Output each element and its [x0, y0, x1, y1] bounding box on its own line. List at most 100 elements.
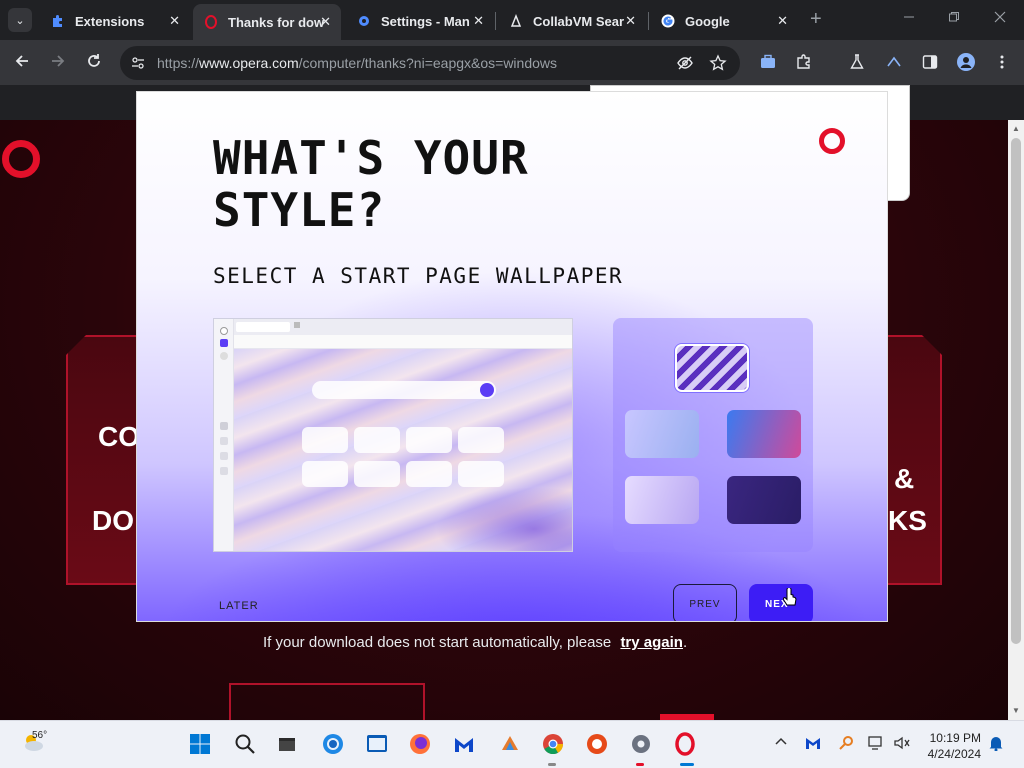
tab-label: Extensions — [75, 13, 145, 29]
download-note-text: If your download does not start automati… — [263, 634, 612, 651]
minimize-icon[interactable] — [903, 10, 915, 26]
preview-dot — [220, 352, 228, 360]
reload-icon[interactable] — [85, 52, 103, 74]
later-button[interactable]: LATER — [219, 600, 259, 612]
site-info-icon[interactable] — [130, 55, 146, 71]
preview-wallpaper — [234, 349, 572, 551]
wallpaper-option-marble[interactable] — [675, 344, 749, 392]
firefox-icon[interactable] — [407, 731, 433, 757]
restore-icon[interactable] — [948, 10, 960, 26]
preview-speed-dial — [406, 461, 452, 487]
tab-google[interactable]: Google ✕ — [650, 6, 798, 36]
tab-extensions[interactable]: Extensions ✕ — [40, 6, 190, 36]
google-icon — [660, 13, 676, 29]
tab-settings[interactable]: Settings - Man ✕ — [346, 6, 494, 36]
tab-separator — [648, 12, 649, 30]
extensions-icon[interactable] — [794, 52, 814, 72]
collab-icon[interactable] — [497, 731, 523, 757]
system-clock[interactable]: 10:19 PM 4/24/2024 — [925, 730, 981, 762]
active-indicator — [680, 763, 694, 766]
address-bar[interactable]: https://www.opera.com/computer/thanks?ni… — [120, 46, 740, 80]
tab-collabvm[interactable]: CollabVM Sear ✕ — [498, 6, 646, 36]
decorative-frame — [229, 683, 425, 720]
network-icon[interactable] — [868, 735, 886, 754]
running-indicator — [636, 763, 644, 766]
side-panel-icon[interactable] — [920, 52, 940, 72]
preview-search-button — [480, 383, 494, 397]
briefcase-icon[interactable] — [758, 52, 778, 72]
profile-icon[interactable] — [956, 52, 976, 72]
promo-text: DO — [92, 505, 134, 536]
close-icon[interactable]: ✕ — [777, 13, 788, 29]
close-icon[interactable]: ✕ — [625, 13, 636, 29]
window-close-icon[interactable] — [994, 10, 1006, 26]
tab-strip: ⌄ Extensions ✕ Thanks for dow ✕ Settings… — [0, 0, 1024, 40]
close-icon[interactable]: ✕ — [169, 13, 180, 29]
tab-opera-thanks[interactable]: Thanks for dow ✕ — [193, 4, 341, 40]
edge-icon[interactable] — [320, 731, 346, 757]
preview-speed-dial — [406, 427, 452, 453]
modal-subtitle: SELECT A START PAGE WALLPAPER — [213, 264, 624, 288]
preview-new-tab — [294, 322, 300, 328]
preview-tab-bar — [234, 319, 572, 335]
page-scrollbar[interactable]: ▲ ▼ — [1008, 120, 1024, 720]
file-explorer-icon[interactable] — [274, 731, 300, 757]
preview-dot — [220, 437, 228, 445]
browser-red-icon[interactable] — [584, 731, 610, 757]
more-menu-icon[interactable] — [992, 52, 1012, 72]
download-note-suffix: . — [682, 634, 688, 651]
new-tab-button[interactable]: + — [810, 9, 822, 29]
hand-cursor-icon — [782, 587, 797, 608]
bookmark-star-icon[interactable] — [709, 54, 727, 77]
eye-off-icon[interactable] — [676, 54, 694, 77]
wallpaper-option-deep-indigo[interactable] — [727, 476, 801, 524]
wallpaper-option-soft-blue[interactable] — [625, 410, 699, 458]
preview-search-bar — [312, 381, 496, 399]
windows-taskbar: 56° 10:19 PM 4/24/2024 — [0, 720, 1024, 768]
settings-icon[interactable] — [628, 731, 654, 757]
search-icon[interactable] — [232, 731, 258, 757]
preview-tab — [236, 322, 290, 332]
start-page-preview — [213, 318, 573, 552]
labs-flask-icon[interactable] — [847, 52, 867, 72]
tab-search-button[interactable]: ⌄ — [8, 8, 32, 32]
chevron-up-icon[interactable] — [774, 735, 788, 752]
opera-icon[interactable] — [672, 731, 698, 757]
key-icon[interactable] — [838, 735, 854, 754]
scrollbar-thumb[interactable] — [1011, 138, 1021, 644]
translate-icon[interactable] — [884, 52, 904, 72]
notification-bell-icon[interactable] — [988, 735, 1004, 754]
windows-start-icon[interactable] — [187, 731, 213, 757]
malwarebytes-icon[interactable] — [451, 731, 477, 757]
wallpaper-onboarding-modal: WHAT'S YOUR STYLE? SELECT A START PAGE W… — [136, 91, 888, 622]
wallpaper-option-blue-pink[interactable] — [727, 410, 801, 458]
forward-icon[interactable] — [49, 52, 67, 74]
collabvm-icon — [508, 13, 524, 29]
volume-muted-icon[interactable] — [893, 735, 911, 754]
tab-label: Settings - Man — [381, 13, 470, 29]
chrome-icon[interactable] — [540, 731, 566, 757]
preview-address-bar — [234, 335, 572, 349]
weather-temperature: 56° — [32, 730, 48, 741]
close-icon[interactable]: ✕ — [320, 14, 331, 30]
url-text[interactable]: https://www.opera.com/computer/thanks?ni… — [157, 55, 557, 71]
malwarebytes-tray-icon[interactable] — [805, 735, 821, 754]
try-again-link[interactable]: try again — [620, 634, 683, 651]
close-icon[interactable]: ✕ — [473, 13, 484, 29]
download-note: If your download does not start automati… — [263, 634, 687, 651]
clock-time: 10:19 PM — [929, 731, 981, 745]
url-host: www.opera.com — [199, 55, 299, 71]
back-icon[interactable] — [13, 52, 31, 74]
preview-speed-dial — [458, 427, 504, 453]
wallpaper-option-lavender[interactable] — [625, 476, 699, 524]
scroll-down-icon[interactable]: ▼ — [1012, 706, 1020, 715]
opera-icon — [203, 14, 219, 30]
scroll-up-icon[interactable]: ▲ — [1012, 124, 1020, 133]
promo-text: KS — [888, 505, 927, 536]
preview-sidebar — [214, 319, 234, 551]
app-store-icon[interactable] — [364, 731, 390, 757]
prev-button[interactable]: PREV — [673, 584, 737, 621]
tab-label: Google — [685, 13, 730, 29]
preview-dot — [220, 452, 228, 460]
next-button[interactable]: NEX — [749, 584, 813, 621]
